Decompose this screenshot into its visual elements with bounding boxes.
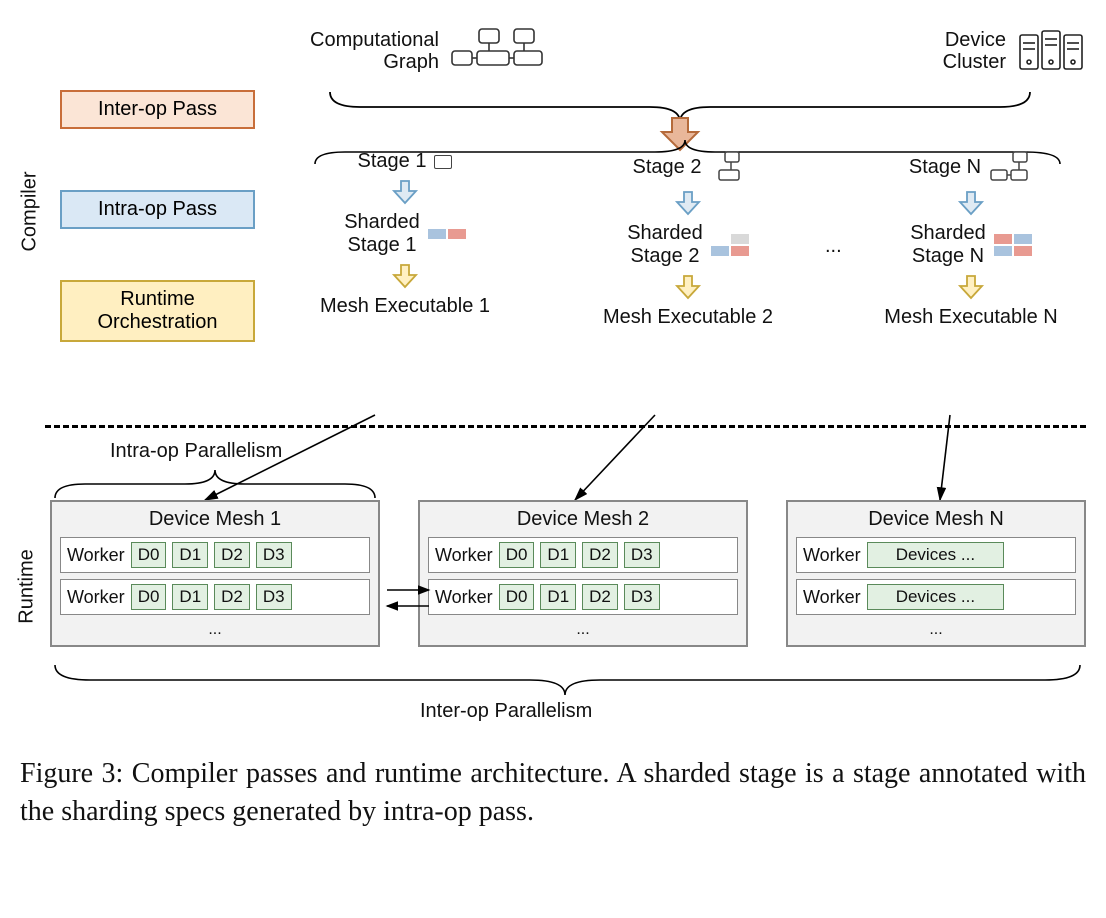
mesh-ellipsis: ...: [428, 621, 738, 639]
stage-col-n: Stage N Sharded Stage N Mesh Executabl: [856, 150, 1086, 329]
stage-1-label: Stage 1: [358, 150, 427, 173]
device-cell: D1: [172, 584, 208, 610]
stage-n-label: Stage N: [909, 156, 981, 179]
device-cell: D1: [540, 584, 576, 610]
worker-row: Worker D0 D1 D2 D3: [428, 579, 738, 615]
mesh-exec-2-label: Mesh Executable 2: [603, 306, 773, 329]
device-cell: D2: [214, 584, 250, 610]
sharded-icon: [711, 234, 749, 256]
device-cell: D3: [624, 584, 660, 610]
device-cell: Devices ...: [867, 584, 1004, 610]
sharded-stage-n-label: Sharded Stage N: [910, 222, 986, 268]
mesh-1-title: Device Mesh 1: [60, 508, 370, 531]
interop-parallelism-label: Inter-op Parallelism: [420, 700, 592, 723]
stage-2-label: Stage 2: [633, 156, 702, 179]
device-cell: D3: [256, 584, 292, 610]
stage-graph-icon: [989, 150, 1033, 184]
top-inputs-row: Computational Graph Device Cluster: [310, 25, 1086, 77]
mesh-ellipsis: ...: [60, 621, 370, 639]
side-label-compiler: Compiler: [19, 171, 42, 251]
computational-graph-label: Computational Graph: [310, 29, 439, 73]
intra-op-arrow-icon: [392, 179, 418, 205]
computational-graph-item: Computational Graph: [310, 27, 544, 75]
device-cell: D0: [499, 542, 535, 568]
runtime-arrow-icon: [958, 274, 984, 300]
device-cell: D2: [582, 584, 618, 610]
sharded-icon: [428, 229, 466, 239]
device-cluster-item: Device Cluster: [943, 25, 1086, 77]
mesh-ellipsis: ...: [796, 621, 1076, 639]
stages-row: Stage 1 Sharded Stage 1 Mesh Executable …: [290, 150, 1086, 329]
mesh-bidirectional-arrow-icon: [383, 580, 433, 620]
device-mesh-n: Device Mesh N Worker Devices ... Worker …: [786, 500, 1086, 647]
worker-label: Worker: [67, 587, 125, 608]
stage-graph-icon: [709, 150, 743, 184]
worker-row: Worker Devices ...: [796, 579, 1076, 615]
legend-intra-op: Intra-op Pass: [60, 190, 255, 229]
mesh-n-title: Device Mesh N: [796, 508, 1076, 531]
device-cell: D1: [172, 542, 208, 568]
legend-runtime-orch: Runtime Orchestration: [60, 280, 255, 342]
device-mesh-2: Device Mesh 2 Worker D0 D1 D2 D3 Worker …: [418, 500, 748, 647]
device-cell: D3: [624, 542, 660, 568]
worker-label: Worker: [435, 587, 493, 608]
device-cluster-label: Device Cluster: [943, 29, 1006, 73]
meshes-row: Device Mesh 1 Worker D0 D1 D2 D3 Worker …: [50, 500, 1086, 647]
intra-op-arrow-icon: [958, 190, 984, 216]
device-mesh-1: Device Mesh 1 Worker D0 D1 D2 D3 Worker …: [50, 500, 380, 647]
worker-label: Worker: [435, 545, 493, 566]
device-cell: D0: [131, 542, 167, 568]
sharded-icon: [994, 234, 1032, 256]
device-cell: D0: [131, 584, 167, 610]
device-cell: D1: [540, 542, 576, 568]
mesh-2-title: Device Mesh 2: [428, 508, 738, 531]
computational-graph-icon: [449, 27, 544, 75]
worker-label: Worker: [803, 587, 861, 608]
figure-caption: Figure 3: Compiler passes and runtime ar…: [20, 755, 1086, 831]
side-label-runtime: Runtime: [16, 549, 39, 623]
intraop-parallelism-label: Intra-op Parallelism: [110, 440, 282, 463]
runtime-arrow-icon: [675, 274, 701, 300]
device-cell: D2: [582, 542, 618, 568]
device-cell: D3: [256, 542, 292, 568]
worker-row: Worker D0 D1 D2 D3: [428, 537, 738, 573]
sharded-stage-1-label: Sharded Stage 1: [344, 211, 420, 257]
device-cell: Devices ...: [867, 542, 1004, 568]
device-cell: D0: [499, 584, 535, 610]
stage-node-icon: [434, 155, 452, 169]
stage-col-2: Stage 2 Sharded Stage 2 Mesh Executable …: [573, 150, 803, 329]
interop-brace: [50, 660, 1086, 700]
mesh-exec-1-label: Mesh Executable 1: [320, 295, 490, 318]
worker-row: Worker D0 D1 D2 D3: [60, 537, 370, 573]
intraop-brace: [50, 468, 380, 500]
server-cluster-icon: [1016, 25, 1086, 77]
device-cell: D2: [214, 542, 250, 568]
worker-label: Worker: [803, 545, 861, 566]
sharded-stage-2-label: Sharded Stage 2: [627, 222, 703, 268]
worker-row: Worker Devices ...: [796, 537, 1076, 573]
stage-col-1: Stage 1 Sharded Stage 1 Mesh Executable …: [290, 150, 520, 329]
mesh-exec-n-label: Mesh Executable N: [884, 306, 1057, 329]
intra-op-arrow-icon: [675, 190, 701, 216]
worker-label: Worker: [67, 545, 125, 566]
runtime-arrow-icon: [392, 263, 418, 289]
legend-inter-op: Inter-op Pass: [60, 90, 255, 129]
stages-ellipsis: ...: [825, 235, 842, 258]
worker-row: Worker D0 D1 D2 D3: [60, 579, 370, 615]
